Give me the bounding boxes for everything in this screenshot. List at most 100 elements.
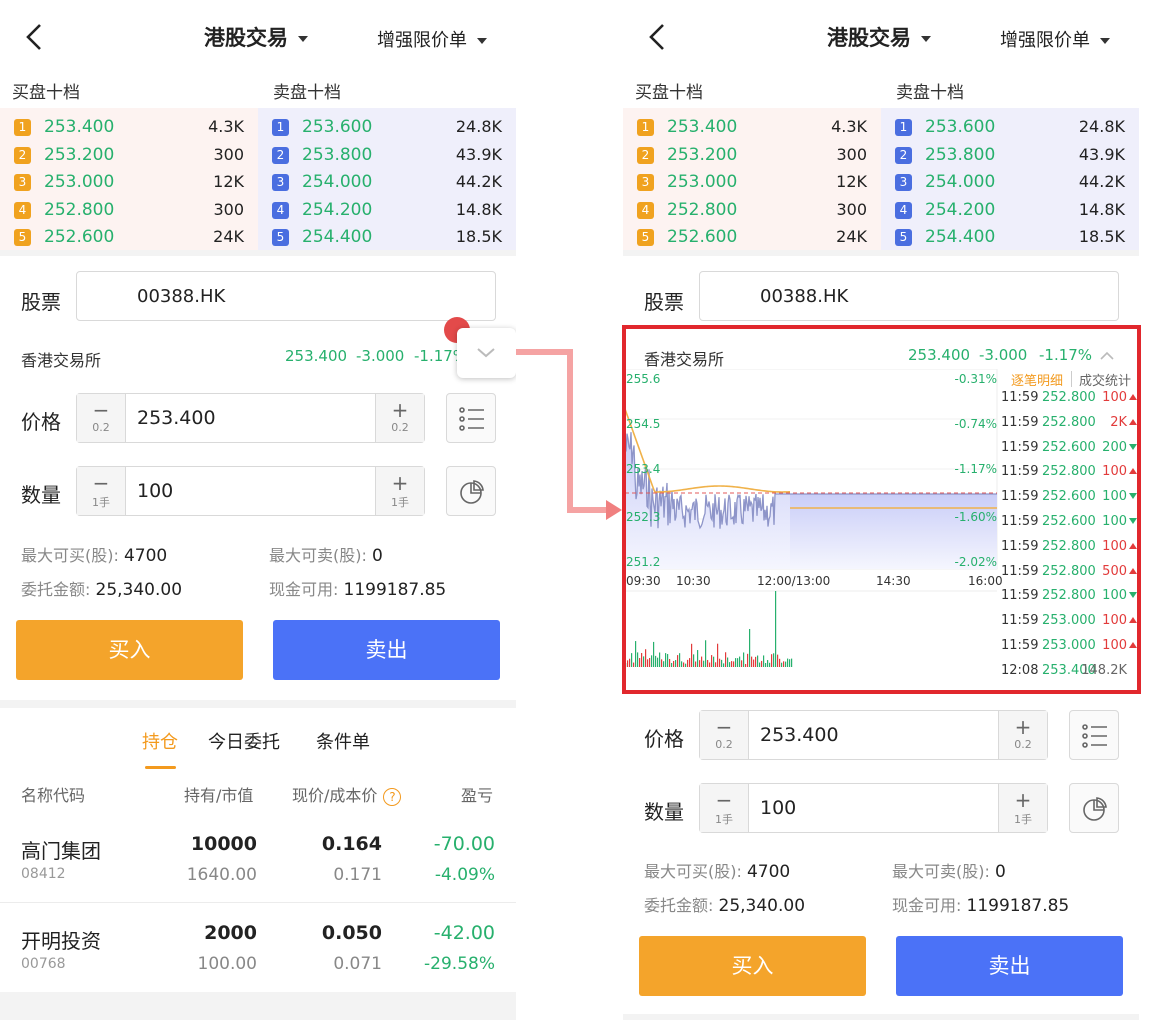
quantity-label: 数量: [21, 483, 61, 507]
order-book-row[interactable]: 3 253.000 12K: [623, 170, 881, 197]
max-sell: 最大可卖(股): 0: [269, 546, 383, 566]
book-volume: 4.3K: [831, 117, 867, 136]
order-book-row[interactable]: 3 254.000 44.2K: [258, 170, 516, 197]
order-book-row[interactable]: 1 253.600 24.8K: [258, 115, 516, 142]
order-book-row[interactable]: 1 253.600 24.8K: [881, 115, 1139, 142]
quantity-input[interactable]: 100: [760, 797, 796, 819]
col-price-cost: 现价/成本价?: [292, 782, 402, 806]
order-book-row[interactable]: 2 253.800 43.9K: [881, 143, 1139, 170]
list-icon: [1082, 724, 1107, 748]
book-volume: 44.2K: [1078, 172, 1125, 191]
order-book-row[interactable]: 3 253.000 12K: [0, 170, 258, 197]
price-input[interactable]: 253.400: [137, 407, 216, 429]
order-book-row[interactable]: 4 254.200 14.8K: [258, 198, 516, 225]
position-pl-pct: -4.09%: [434, 865, 495, 885]
order-book-row[interactable]: 5 252.600 24K: [623, 225, 881, 252]
quantity-increase-button[interactable]: +1手: [375, 467, 424, 515]
buy-order-book: 1 253.400 4.3K 2 253.200 300 3 253.000 12K 4 252.8…: [0, 108, 258, 250]
price-increase-button[interactable]: +0.2: [998, 711, 1047, 759]
buy-button[interactable]: 买入: [639, 936, 866, 996]
col-holding-value: 持有/市值: [184, 786, 254, 805]
pie-chart-icon: [1083, 797, 1107, 821]
level-badge: 5: [14, 229, 31, 246]
header: 港股交易 增强限价单: [0, 0, 516, 72]
price-list-button[interactable]: [446, 393, 496, 443]
order-book-row[interactable]: 2 253.200 300: [623, 143, 881, 170]
quantity-decrease-button[interactable]: −1手: [77, 467, 126, 515]
order-book-row[interactable]: 4 254.200 14.8K: [881, 198, 1139, 225]
stock-code-value: 00388.HK: [760, 286, 849, 307]
chevron-down-icon: [477, 348, 495, 358]
sell-book-title: 卖盘十档: [896, 83, 964, 103]
position-market-value: 100.00: [197, 954, 257, 974]
order-book-row[interactable]: 1 253.400 4.3K: [623, 115, 881, 142]
market-selector[interactable]: 港股交易: [204, 22, 308, 52]
position-ratio-button[interactable]: [446, 466, 496, 516]
book-price: 252.600: [44, 227, 115, 247]
position-cost: 0.071: [333, 954, 382, 974]
caret-down-icon: [921, 36, 931, 42]
max-buy: 最大可买(股): 4700: [644, 862, 791, 882]
sell-button[interactable]: 卖出: [273, 620, 500, 680]
tab-conditional-orders[interactable]: 条件单: [316, 728, 370, 754]
max-sell: 最大可卖(股): 0: [892, 862, 1006, 882]
buy-button[interactable]: 买入: [16, 620, 243, 680]
order-book-row[interactable]: 4 252.800 300: [623, 198, 881, 225]
market-selector[interactable]: 港股交易: [827, 22, 931, 52]
book-price: 253.400: [44, 117, 115, 137]
level-badge: 5: [272, 229, 289, 246]
level-badge: 1: [637, 119, 654, 136]
buy-book-title: 买盘十档: [635, 83, 703, 103]
back-icon[interactable]: [22, 22, 48, 52]
order-book-row[interactable]: 5 254.400 18.5K: [881, 225, 1139, 252]
price-list-button[interactable]: [1069, 710, 1119, 760]
quantity-input[interactable]: 100: [137, 480, 173, 502]
order-type-selector[interactable]: 增强限价单: [377, 26, 487, 52]
order-book-row[interactable]: 4 252.800 300: [0, 198, 258, 225]
order-book-row[interactable]: 5 252.600 24K: [0, 225, 258, 252]
book-volume: 18.5K: [1078, 227, 1125, 246]
price-stepper: −0.2 253.400 +0.2: [699, 710, 1048, 760]
book-price: 253.600: [302, 117, 373, 137]
price-decrease-button[interactable]: −0.2: [77, 394, 126, 442]
position-cost: 0.171: [333, 865, 382, 885]
position-code: 00768: [21, 956, 66, 972]
book-price: 254.400: [302, 227, 373, 247]
back-icon[interactable]: [645, 22, 671, 52]
quantity-stepper: −1手 100 +1手: [699, 783, 1048, 833]
order-type-selector[interactable]: 增强限价单: [1000, 26, 1110, 52]
price-input[interactable]: 253.400: [760, 724, 839, 746]
order-book-row[interactable]: 3 254.000 44.2K: [881, 170, 1139, 197]
cash-available: 现金可用: 1199187.85: [892, 896, 1070, 916]
tab-positions[interactable]: 持仓: [142, 728, 178, 754]
quantity-decrease-button[interactable]: −1手: [700, 784, 749, 832]
quantity-increase-button[interactable]: +1手: [998, 784, 1047, 832]
annotation-arrow: [516, 349, 622, 520]
book-price: 254.200: [925, 199, 996, 220]
stock-code-input[interactable]: 00388.HK: [76, 271, 496, 321]
price-decrease-button[interactable]: −0.2: [700, 711, 749, 759]
help-icon[interactable]: ?: [383, 787, 402, 806]
level-badge: 4: [272, 201, 289, 219]
order-book-row[interactable]: 5 254.400 18.5K: [258, 225, 516, 252]
tab-today-orders[interactable]: 今日委托: [208, 728, 280, 754]
order-book-row[interactable]: 1 253.400 4.3K: [0, 115, 258, 142]
stock-code-input[interactable]: 00388.HK: [699, 271, 1119, 321]
quote-percent: -1.17%: [414, 347, 458, 365]
level-badge: 5: [637, 229, 654, 246]
level-badge: 2: [14, 146, 31, 164]
book-price: 253.000: [44, 172, 115, 192]
position-ratio-button[interactable]: [1069, 783, 1119, 833]
level-badge: 2: [272, 146, 289, 164]
price-increase-button[interactable]: +0.2: [375, 394, 424, 442]
order-type-label: 增强限价单: [1000, 30, 1090, 51]
sell-button[interactable]: 卖出: [896, 936, 1123, 996]
level-badge: 3: [272, 174, 289, 191]
expand-chart-button[interactable]: [457, 328, 516, 378]
order-book-row[interactable]: 2 253.800 43.9K: [258, 143, 516, 170]
order-book-row[interactable]: 2 253.200 300: [0, 143, 258, 170]
book-price: 253.200: [44, 144, 115, 165]
book-price: 253.600: [925, 117, 996, 137]
caret-down-icon: [1100, 38, 1110, 44]
book-price: 252.800: [667, 199, 738, 220]
